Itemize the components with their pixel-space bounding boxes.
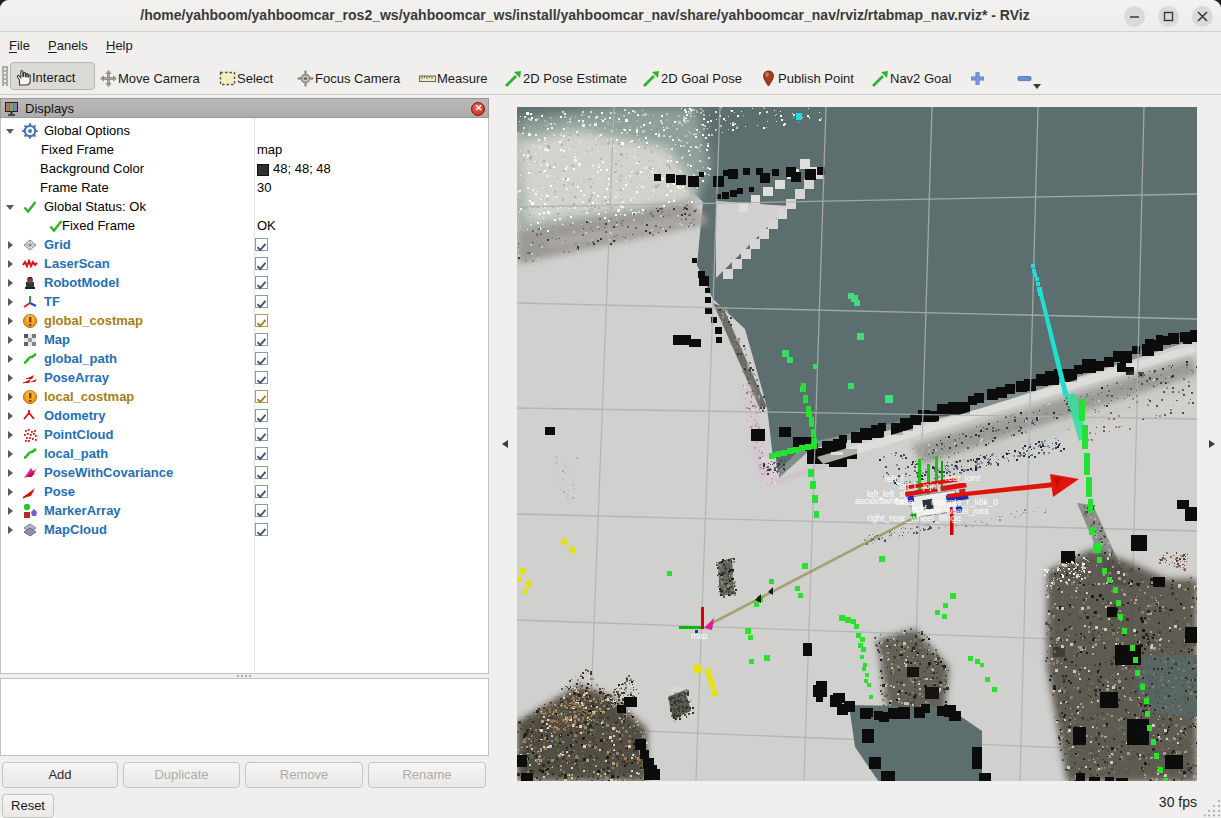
svg-text:rear_joint: rear_joint [945, 473, 981, 483]
svg-text:map: map [691, 631, 708, 641]
svg-text:right_rear_wheel_hinge: right_rear_wheel_hinge [867, 513, 961, 523]
